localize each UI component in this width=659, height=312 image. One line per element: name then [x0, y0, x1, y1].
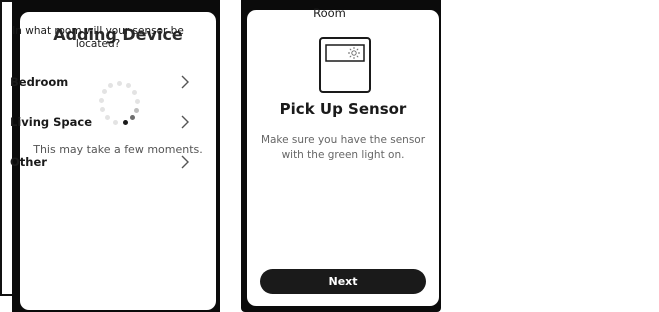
- room-option-other[interactable]: Other: [10, 151, 190, 173]
- chevron-right-icon: [181, 75, 189, 89]
- pickup-sensor-phone: Pick Up Sensor Make sure you have the se…: [241, 0, 441, 312]
- next-button[interactable]: Next: [260, 269, 426, 294]
- room-option-label: Living Space: [10, 115, 93, 129]
- room-option-living-space[interactable]: Living Space: [10, 111, 190, 133]
- room-option-label: Bedroom: [10, 75, 69, 89]
- room-title: Room: [313, 6, 346, 20]
- room-question: In what room will your sensor be located…: [12, 25, 184, 50]
- pickup-sensor-screen: Pick Up Sensor Make sure you have the se…: [247, 10, 439, 306]
- pickup-sensor-message: Make sure you have the sensor with the g…: [260, 134, 426, 161]
- chevron-right-icon: [181, 155, 189, 169]
- sensor-device-icon: [319, 37, 371, 93]
- pickup-sensor-title: Pick Up Sensor: [279, 100, 407, 118]
- room-option-label: Other: [10, 155, 47, 169]
- room-option-bedroom[interactable]: Bedroom: [10, 71, 190, 93]
- chevron-right-icon: [181, 115, 189, 129]
